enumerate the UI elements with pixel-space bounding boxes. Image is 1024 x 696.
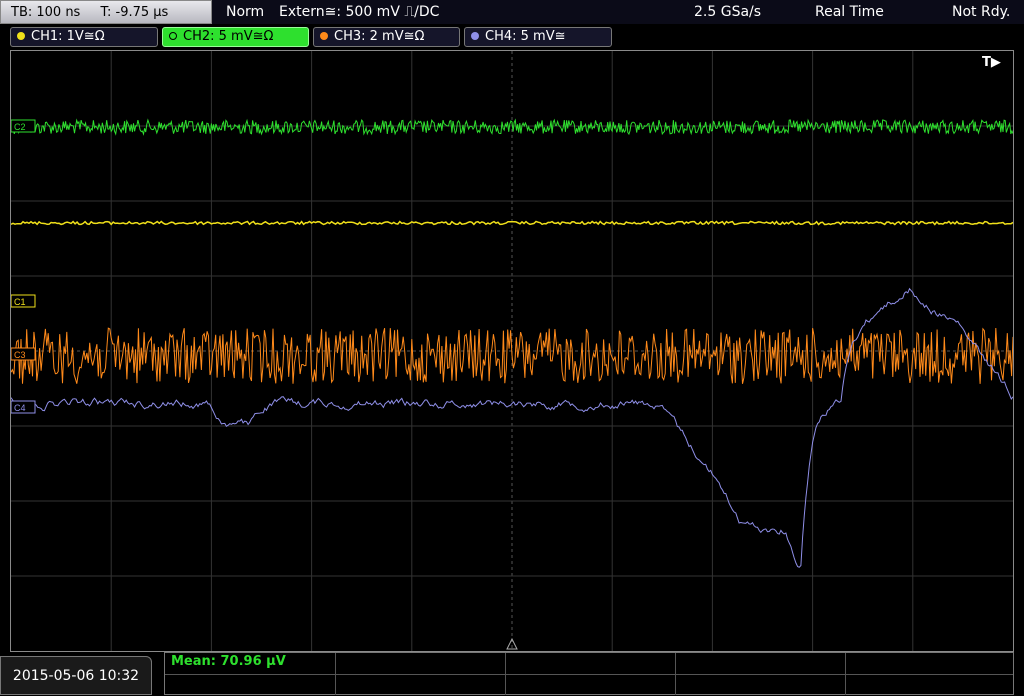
channel-1-trace: [11, 220, 1013, 226]
trigger-source[interactable]: Extern≅: 500 mV ⎍/DC: [279, 0, 439, 24]
svg-text:C4: C4: [14, 403, 26, 413]
timebase-box[interactable]: TB: 100 ns T: -9.75 µs: [0, 0, 212, 24]
waveform-canvas[interactable]: C1 C2 C3 C4: [11, 51, 1013, 651]
channel-4-dot-icon: [471, 31, 479, 40]
svg-text:C2: C2: [14, 122, 26, 132]
channel-1-label: CH1: 1V≅Ω: [31, 29, 105, 44]
waveform-display[interactable]: C1 C2 C3 C4: [10, 50, 1014, 652]
trigger-marker[interactable]: T▶: [982, 55, 1001, 70]
channel-3-label: CH3: 2 mV≅Ω: [334, 29, 425, 44]
measurement-panel[interactable]: Mean: 70.96 µV: [164, 652, 1014, 695]
channel-bar: CH1: 1V≅Ω CH2: 5 mV≅Ω CH3: 2 mV≅Ω CH4: 5…: [0, 25, 1024, 49]
measurement-row: Mean: 70.96 µV: [165, 653, 1013, 675]
status-bar: TB: 100 ns T: -9.75 µs Norm Extern≅: 500…: [0, 0, 1024, 24]
trigger-time-label: T: -9.75 µs: [100, 5, 169, 20]
channel-4-label: CH4: 5 mV≅: [485, 29, 566, 44]
channel-2-marker[interactable]: C2: [11, 119, 36, 133]
trigger-mode[interactable]: Norm: [226, 0, 264, 24]
channel-2-label: CH2: 5 mV≅Ω: [183, 29, 274, 44]
channel-1-dot-icon: [17, 31, 25, 40]
svg-text:C3: C3: [14, 350, 26, 360]
channel-3-button[interactable]: CH3: 2 mV≅Ω: [313, 27, 460, 47]
channel-4-button[interactable]: CH4: 5 mV≅: [464, 27, 612, 47]
svg-text:C1: C1: [14, 297, 26, 307]
timebase-label: TB: 100 ns: [11, 5, 81, 20]
acquisition-mode: Real Time: [815, 4, 884, 20]
mean-measurement: Mean: 70.96 µV: [171, 654, 286, 669]
sample-rate: 2.5 GSa/s: [694, 4, 762, 20]
channel-2-dot-icon: [169, 31, 177, 40]
channel-3-marker[interactable]: C3: [11, 347, 36, 361]
channel-4-marker[interactable]: C4: [11, 400, 36, 414]
channel-1-button[interactable]: CH1: 1V≅Ω: [10, 27, 158, 47]
channel-2-button[interactable]: CH2: 5 mV≅Ω: [162, 27, 309, 47]
datetime: 2015-05-06 10:32: [0, 656, 152, 695]
measurement-row: [165, 674, 1013, 695]
channel-1-marker[interactable]: C1: [11, 294, 36, 308]
acquisition-status: Not Rdy.: [952, 4, 1011, 20]
channel-3-dot-icon: [320, 31, 328, 40]
